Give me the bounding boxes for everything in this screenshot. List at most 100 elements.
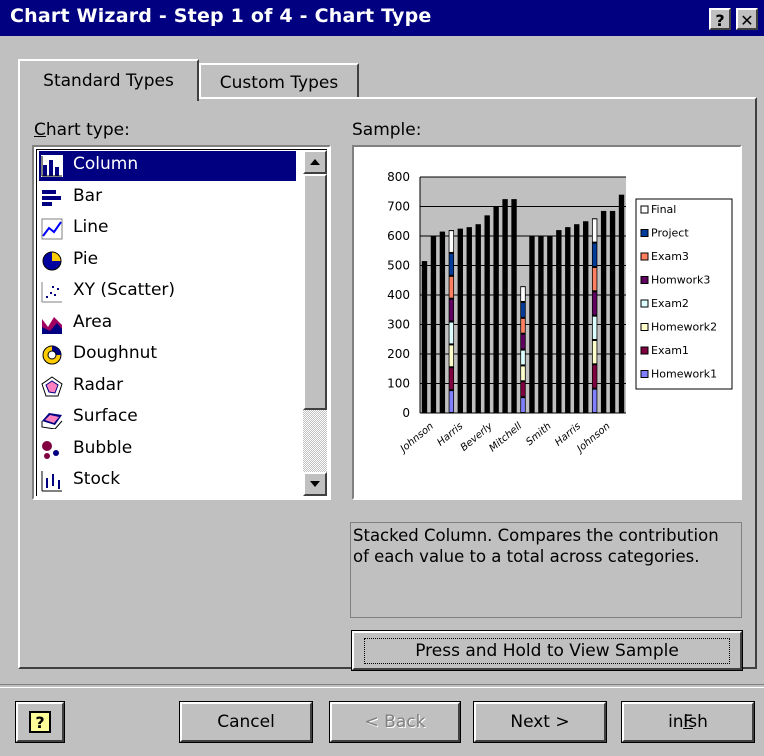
column-segment bbox=[449, 345, 454, 367]
surface-chart-icon bbox=[41, 407, 63, 430]
stock-chart-icon bbox=[41, 470, 63, 492]
chart-type-label: Bubble bbox=[73, 437, 133, 458]
column-segment bbox=[449, 391, 454, 412]
back-label: < Back bbox=[364, 712, 426, 732]
column-segment bbox=[592, 316, 597, 339]
scroll-down-button[interactable] bbox=[303, 472, 327, 496]
radar-chart-icon bbox=[41, 375, 63, 398]
chart-type-item-xy-scatter[interactable]: XY (Scatter) bbox=[39, 277, 296, 307]
legend-label: Exam1 bbox=[651, 344, 689, 357]
stacked-column bbox=[439, 231, 446, 413]
scatter-chart-icon bbox=[41, 281, 63, 303]
stacked-column bbox=[574, 224, 580, 413]
next-button[interactable]: Next > bbox=[473, 701, 607, 743]
chart-description-box: Stacked Column. Compares the contributio… bbox=[350, 522, 742, 618]
column-segment bbox=[521, 287, 525, 302]
legend-label: Exam3 bbox=[651, 250, 689, 263]
legend-label: Homwork3 bbox=[651, 274, 710, 287]
legend-label: Homework2 bbox=[651, 321, 717, 334]
stacked-column bbox=[600, 210, 607, 413]
stacked-column bbox=[466, 227, 472, 413]
y-tick-label: 100 bbox=[387, 377, 410, 391]
stacked-column bbox=[538, 236, 544, 413]
next-label: Next > bbox=[510, 712, 570, 732]
legend-label: Final bbox=[651, 203, 676, 216]
legend-swatch bbox=[640, 370, 649, 378]
cancel-label: Cancel bbox=[217, 712, 275, 732]
legend-swatch bbox=[640, 346, 649, 355]
chart-type-item-surface[interactable]: Surface bbox=[39, 403, 296, 433]
close-button[interactable]: ✕ bbox=[736, 8, 758, 30]
scroll-track[interactable] bbox=[303, 410, 327, 473]
chart-type-label: Line bbox=[73, 217, 109, 237]
y-tick-label: 300 bbox=[387, 318, 410, 332]
bar-chart-icon bbox=[41, 187, 63, 209]
finish-button[interactable]: Finish bbox=[621, 701, 755, 743]
column-segment bbox=[449, 276, 454, 298]
stacked-column bbox=[475, 224, 481, 413]
column-segment bbox=[449, 253, 454, 275]
chart-type-item-stock[interactable]: Stock bbox=[39, 466, 296, 496]
chart-type-label: XY (Scatter) bbox=[73, 280, 176, 300]
chart-type-item-bar[interactable]: Bar bbox=[39, 183, 296, 213]
chart-type-label: Area bbox=[73, 311, 113, 332]
column-segment bbox=[592, 340, 597, 364]
legend-swatch bbox=[640, 229, 649, 237]
sample-chart: 0100200300400500600700800Johnson HarrisBe… bbox=[387, 170, 733, 456]
tab-standard-types-label: Standard Types bbox=[43, 71, 174, 91]
stacked-column bbox=[493, 206, 499, 413]
legend-swatch bbox=[640, 252, 649, 261]
column-chart-icon bbox=[41, 155, 63, 177]
pie-chart-icon bbox=[41, 250, 63, 272]
y-tick-label: 200 bbox=[387, 347, 410, 361]
line-chart-icon bbox=[41, 218, 63, 240]
bubble-chart-icon bbox=[41, 439, 63, 461]
tab-custom-types[interactable]: Custom Types bbox=[199, 63, 359, 99]
column-segment bbox=[592, 243, 597, 266]
chart-type-item-bubble[interactable]: Bubble bbox=[39, 435, 296, 465]
scroll-up-button[interactable] bbox=[303, 150, 327, 174]
stacked-column bbox=[609, 210, 616, 413]
column-segment bbox=[449, 231, 454, 252]
column-segment bbox=[449, 322, 454, 344]
chart-type-item-line[interactable]: Line bbox=[39, 214, 296, 244]
y-tick-label: 700 bbox=[387, 200, 410, 214]
stacked-column bbox=[565, 227, 571, 413]
chart-type-item-radar[interactable]: Radar bbox=[39, 372, 296, 402]
stacked-column bbox=[583, 221, 589, 413]
stacked-column bbox=[430, 236, 437, 413]
chart-type-item-doughnut[interactable]: Doughnut bbox=[39, 340, 296, 370]
press-hold-sample-button[interactable]: Press and Hold to View Sample bbox=[351, 630, 743, 671]
back-button[interactable]: < Back bbox=[329, 701, 461, 743]
doughnut-chart-icon bbox=[41, 344, 63, 366]
chart-type-label: Doughnut bbox=[73, 343, 158, 363]
column-segment bbox=[592, 292, 597, 315]
listbox-scrollbar[interactable] bbox=[303, 150, 327, 496]
sample-label: Sample: bbox=[352, 120, 422, 140]
y-tick-label: 800 bbox=[387, 170, 410, 184]
stacked-column bbox=[502, 199, 508, 413]
stacked-column bbox=[511, 199, 517, 413]
window-title: Chart Wizard - Step 1 of 4 - Chart Type bbox=[10, 5, 432, 27]
office-assistant-button[interactable]: ? bbox=[15, 701, 65, 743]
scroll-thumb[interactable] bbox=[303, 174, 327, 410]
title-bar: Chart Wizard - Step 1 of 4 - Chart Type … bbox=[0, 0, 764, 36]
legend-swatch bbox=[640, 323, 649, 331]
column-segment bbox=[449, 299, 454, 321]
column-segment bbox=[449, 368, 454, 390]
y-tick-label: 500 bbox=[387, 259, 410, 273]
press-hold-label: Press and Hold to View Sample bbox=[364, 637, 730, 664]
chart-type-item-column[interactable]: Column bbox=[39, 151, 296, 181]
chart-type-item-pie[interactable]: Pie bbox=[39, 246, 296, 276]
tab-custom-types-label: Custom Types bbox=[219, 73, 339, 93]
stacked-column bbox=[457, 228, 463, 413]
chart-description: Stacked Column. Compares the contributio… bbox=[353, 526, 719, 566]
help-button[interactable]: ? bbox=[709, 8, 731, 30]
legend-swatch bbox=[640, 299, 649, 308]
x-tick-label: Mitchell bbox=[487, 421, 524, 455]
cancel-button[interactable]: Cancel bbox=[179, 701, 313, 743]
chart-type-label: Stock bbox=[73, 469, 121, 489]
chart-type-listbox[interactable]: Column Bar Line Pie XY (Scatter) Area Doughnut… bbox=[32, 145, 331, 500]
tab-standard-types[interactable]: Standard Types bbox=[18, 59, 199, 101]
chart-type-item-area[interactable]: Area bbox=[39, 309, 296, 339]
